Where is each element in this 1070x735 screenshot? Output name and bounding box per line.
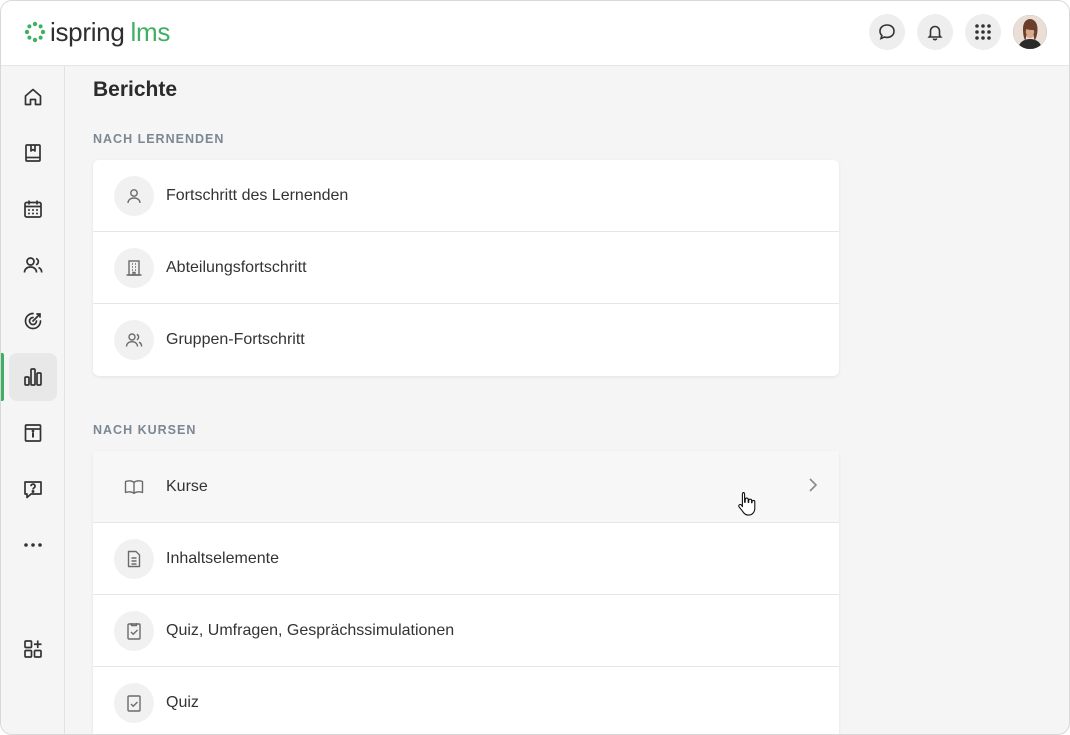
help-chat-icon: [24, 481, 42, 499]
sidebar-item-add-widget[interactable]: [9, 625, 57, 673]
chevron-right-icon: [809, 478, 818, 492]
report-row-group-progress[interactable]: Gruppen-Fortschritt: [93, 304, 839, 376]
learner-reports-card: Fortschritt des Lernenden Abteilungsfort…: [93, 160, 839, 376]
row-icon-wrap: [114, 538, 154, 579]
report-row-label: Abteilungsfortschritt: [166, 258, 307, 276]
checkbox-doc-icon: [127, 695, 141, 712]
bell-icon: [927, 25, 943, 41]
report-row-label: Inhaltselemente: [166, 549, 279, 567]
users-icon: [23, 257, 43, 273]
row-icon-wrap: [114, 320, 154, 360]
page-title: Berichte: [93, 78, 178, 101]
app-window: ispring lms Berichte NACH LERNENDEN Fort…: [0, 0, 1070, 735]
open-book-icon: [124, 479, 144, 494]
report-row-quiz-surveys-simulations[interactable]: Quiz, Umfragen, Gesprächssimulationen: [93, 595, 839, 667]
report-row-department-progress[interactable]: Abteilungsfortschritt: [93, 232, 839, 304]
top-bar: ispring lms: [1, 1, 1069, 66]
logo-mark-icon: [24, 21, 46, 43]
more-icon: [24, 543, 42, 547]
sidebar-item-help[interactable]: [9, 465, 57, 513]
logo[interactable]: ispring lms: [24, 18, 170, 46]
report-row-label: Quiz, Umfragen, Gesprächssimulationen: [166, 621, 455, 639]
reports-icon: [24, 368, 42, 386]
report-row-quiz[interactable]: Quiz: [93, 667, 839, 734]
row-icon-wrap: [114, 610, 154, 651]
document-icon: [127, 550, 141, 567]
checklist-icon: [127, 622, 141, 640]
row-icon-wrap: [114, 247, 154, 288]
apps-grid-icon: [975, 24, 991, 40]
avatar-image: [1013, 15, 1047, 49]
group-icon: [125, 333, 143, 347]
sidebar-item-users[interactable]: [9, 241, 57, 289]
apps-button[interactable]: [965, 14, 1001, 50]
add-widget-icon: [24, 640, 42, 658]
sidebar-item-more[interactable]: [9, 521, 57, 569]
building-icon: [126, 259, 142, 276]
sidebar-item-home[interactable]: [9, 73, 57, 121]
row-icon-wrap: [114, 683, 154, 723]
logo-primary-text: ispring: [50, 17, 125, 47]
target-icon: [24, 312, 42, 330]
row-icon-wrap: [114, 175, 154, 216]
person-icon: [127, 188, 141, 203]
report-row-learner-progress[interactable]: Fortschritt des Lernenden: [93, 160, 839, 232]
book-icon: [25, 144, 41, 162]
sidebar-item-reports[interactable]: [9, 353, 57, 401]
report-row-content-items[interactable]: Inhaltselemente: [93, 523, 839, 595]
sidebar-item-catalog[interactable]: [9, 129, 57, 177]
report-row-label: Kurse: [166, 477, 208, 495]
sidebar-item-calendar[interactable]: [9, 185, 57, 233]
sidebar-item-goals[interactable]: [9, 297, 57, 345]
hand-cursor-icon: [738, 491, 756, 516]
active-indicator: [1, 353, 4, 401]
notifications-button[interactable]: [917, 14, 953, 50]
calendar-icon: [24, 200, 42, 218]
user-avatar[interactable]: [1013, 15, 1047, 49]
course-reports-card: Kurse Inhaltselemente Quiz, Umfragen, Ge…: [93, 451, 839, 734]
row-icon-wrap: [114, 467, 154, 507]
section-label-courses: NACH KURSEN: [93, 423, 197, 437]
main-content: Berichte NACH LERNENDEN Fortschritt des …: [65, 66, 1069, 734]
header-actions: [857, 14, 1047, 50]
report-row-courses[interactable]: Kurse: [93, 451, 839, 523]
report-row-label: Fortschritt des Lernenden: [166, 186, 349, 204]
home-icon: [24, 88, 42, 106]
logo-secondary-text: lms: [130, 17, 171, 47]
report-row-label: Gruppen-Fortschritt: [166, 331, 305, 348]
section-label-learners: NACH LERNENDEN: [93, 132, 225, 146]
report-row-label: Quiz: [166, 694, 199, 711]
sidebar: [1, 66, 65, 734]
chat-icon: [879, 24, 895, 40]
info-archive-icon: [24, 424, 42, 442]
chat-button[interactable]: [869, 14, 905, 50]
sidebar-item-info[interactable]: [9, 409, 57, 457]
